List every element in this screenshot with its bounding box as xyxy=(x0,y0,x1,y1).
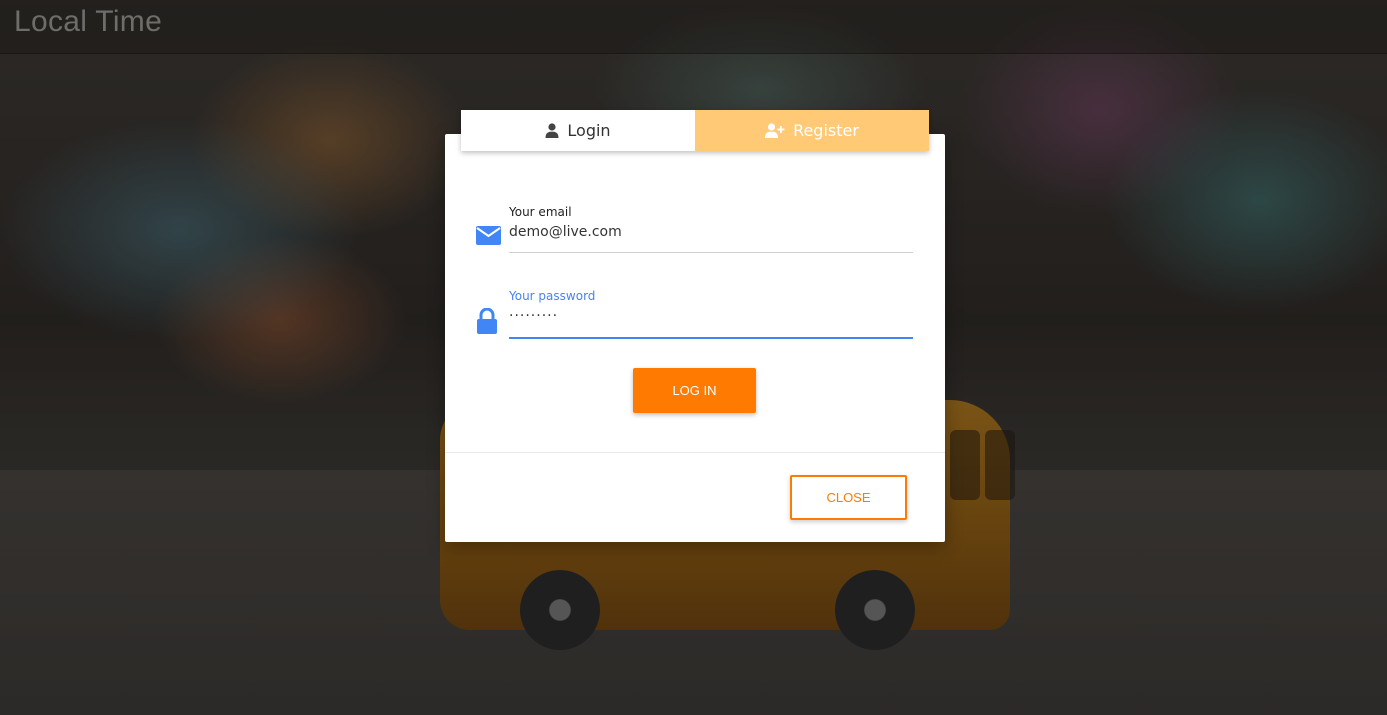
tab-login[interactable]: Login xyxy=(461,110,695,151)
tab-register[interactable]: Register xyxy=(695,110,929,151)
password-label: Your password xyxy=(509,289,596,303)
user-icon xyxy=(545,123,559,138)
modal-tabs: Login Register xyxy=(461,110,929,151)
email-field: Your email xyxy=(476,200,913,256)
password-input[interactable]: ········· xyxy=(509,308,909,324)
email-underline xyxy=(509,252,913,253)
envelope-icon xyxy=(476,226,501,249)
email-label: Your email xyxy=(509,205,572,219)
modal-footer-divider xyxy=(445,452,945,453)
password-underline-focused xyxy=(509,337,913,339)
lock-icon xyxy=(476,307,498,338)
password-field: Your password ········· xyxy=(476,284,913,342)
user-plus-icon xyxy=(765,123,785,138)
close-button[interactable]: CLOSE xyxy=(790,475,907,520)
tab-register-label: Register xyxy=(793,121,859,140)
email-input[interactable] xyxy=(509,224,909,240)
login-button[interactable]: LOG IN xyxy=(633,368,756,413)
tab-login-label: Login xyxy=(567,121,611,140)
